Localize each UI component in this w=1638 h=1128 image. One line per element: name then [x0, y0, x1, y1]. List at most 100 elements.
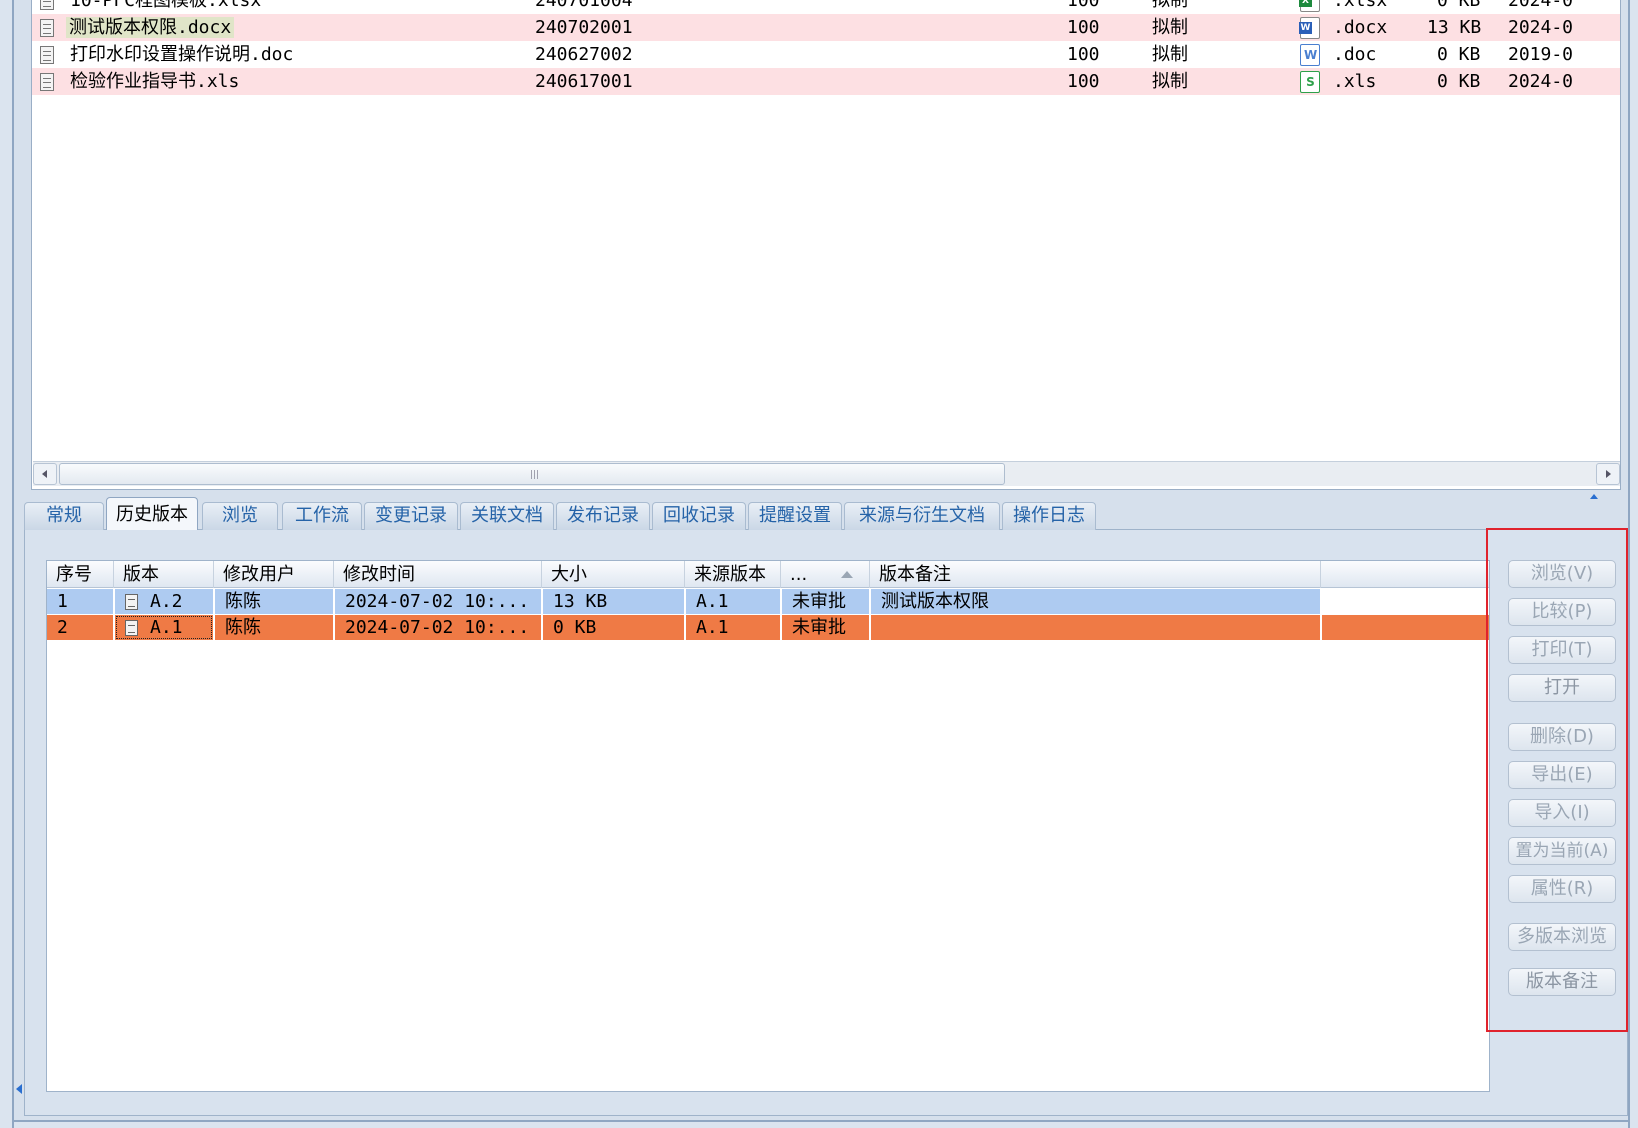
file-code: 240702001 [535, 17, 633, 38]
file-row[interactable]: 测试版本权限.docx 240702001 100 拟制 W .docx 13 … [32, 14, 1620, 41]
file-date: 2024-0 [1508, 0, 1574, 11]
document-icon [40, 73, 54, 91]
column-header-size[interactable]: 大小 [542, 561, 685, 588]
tab-browse[interactable]: 浏览 [202, 502, 278, 530]
file-number: 100 [1067, 44, 1100, 65]
file-status: 拟制 [1152, 17, 1188, 38]
column-header-version[interactable]: 版本 [114, 561, 214, 588]
file-ext: .doc [1333, 44, 1377, 65]
set-current-button[interactable]: 置为当前(A) [1508, 837, 1616, 865]
file-code: 240701004 [535, 0, 633, 11]
cell-seq: 1 [47, 589, 113, 614]
window-bottom-frame [14, 1120, 1628, 1128]
cell-user: 陈陈 [215, 615, 333, 640]
file-name: 检验作业指导书.xls [70, 71, 240, 92]
file-ext: .xlsx [1333, 0, 1388, 11]
tab-recycle-records[interactable]: 回收记录 [652, 502, 746, 530]
cell-state: 未审批 [782, 615, 869, 640]
cell-note: 测试版本权限 [871, 589, 1320, 614]
cell-version: A.2 [115, 589, 213, 614]
cell-time: 2024-07-02 10:... [335, 615, 541, 640]
tab-general[interactable]: 常规 [24, 502, 104, 530]
delete-button[interactable]: 删除(D) [1508, 723, 1616, 751]
open-button[interactable]: 打开 [1508, 674, 1616, 702]
window-right-frame [1628, 0, 1638, 1128]
file-status: 拟制 [1152, 44, 1188, 65]
document-icon [40, 46, 54, 64]
tab-reminder-settings[interactable]: 提醒设置 [748, 502, 842, 530]
import-button[interactable]: 导入(I) [1508, 799, 1616, 827]
document-icon [40, 19, 54, 37]
properties-button[interactable]: 属性(R) [1508, 875, 1616, 903]
horizontal-scrollbar[interactable]: ||| [33, 461, 1620, 486]
file-list: 10-PFC程图模板.xlsx 240701004 100 拟制 X .xlsx… [31, 0, 1621, 490]
file-size: 0 KB [1437, 44, 1481, 65]
browse-button[interactable]: 浏览(V) [1508, 560, 1616, 588]
wps-writer-icon: W [1300, 44, 1320, 66]
file-date: 2024-0 [1508, 71, 1574, 92]
tab-operation-log[interactable]: 操作日志 [1002, 502, 1096, 530]
file-number: 100 [1067, 71, 1100, 92]
column-header-time[interactable]: 修改时间 [334, 561, 542, 588]
column-header-state[interactable]: ... [781, 561, 870, 588]
column-header-user[interactable]: 修改用户 [214, 561, 334, 588]
document-icon [125, 620, 138, 636]
file-name: 打印水印设置操作说明.doc [70, 44, 294, 65]
cell-size: 0 KB [543, 615, 684, 640]
grip-icon: ||| [530, 470, 540, 480]
multi-version-browse-button[interactable]: 多版本浏览 [1508, 923, 1616, 951]
row-filler [1322, 615, 1489, 640]
file-name: 10-PFC程图模板.xlsx [70, 0, 262, 11]
tab-history-versions[interactable]: 历史版本 [106, 497, 198, 530]
file-name: 测试版本权限.docx [66, 17, 235, 38]
file-size: 13 KB [1427, 17, 1482, 38]
cell-version-text: A.2 [150, 591, 183, 612]
export-button[interactable]: 导出(E) [1508, 761, 1616, 789]
document-icon [40, 0, 54, 10]
tab-workflow[interactable]: 工作流 [282, 502, 362, 530]
tab-source-derived-docs[interactable]: 来源与衍生文档 [844, 502, 1000, 530]
version-note-button[interactable]: 版本备注 [1508, 968, 1616, 996]
file-date: 2024-0 [1508, 17, 1574, 38]
file-status: 拟制 [1152, 0, 1188, 11]
cell-version-text: A.1 [150, 617, 183, 638]
version-table: 序号 版本 修改用户 修改时间 大小 来源版本 ... 版本备注 1 A.2 陈… [46, 560, 1490, 1092]
excel-icon: X [1299, 0, 1320, 12]
cell-source: A.1 [686, 589, 780, 614]
file-code: 240617001 [535, 71, 633, 92]
column-header-state-label: ... [790, 564, 808, 585]
tab-publish-records[interactable]: 发布记录 [556, 502, 650, 530]
collapse-arrow-icon[interactable] [1590, 494, 1598, 499]
scrollbar-thumb[interactable]: ||| [59, 463, 1005, 485]
column-header-source[interactable]: 来源版本 [685, 561, 781, 588]
cell-time: 2024-07-02 10:... [335, 589, 541, 614]
tab-change-records[interactable]: 变更记录 [364, 502, 458, 530]
column-header-note[interactable]: 版本备注 [870, 561, 1321, 588]
cell-size: 13 KB [543, 589, 684, 614]
scroll-left-arrow-icon[interactable] [33, 463, 57, 485]
scroll-right-arrow-icon[interactable] [1596, 463, 1620, 485]
table-row[interactable]: 1 A.2 陈陈 2024-07-02 10:... 13 KB A.1 未审批… [47, 589, 1489, 615]
file-row[interactable]: 10-PFC程图模板.xlsx 240701004 100 拟制 X .xlsx… [32, 0, 1620, 14]
compare-button[interactable]: 比较(P) [1508, 598, 1616, 626]
cell-seq: 2 [47, 615, 113, 640]
window-left-frame [0, 0, 14, 1128]
file-row[interactable]: 打印水印设置操作说明.doc 240627002 100 拟制 W .doc 0… [32, 41, 1620, 68]
column-header-seq[interactable]: 序号 [47, 561, 114, 588]
expand-arrow-icon[interactable] [16, 1084, 22, 1094]
file-status: 拟制 [1152, 71, 1188, 92]
file-ext: .xls [1333, 71, 1377, 92]
tab-related-docs[interactable]: 关联文档 [460, 502, 554, 530]
file-size: 0 KB [1437, 71, 1481, 92]
file-number: 100 [1067, 0, 1100, 11]
table-row[interactable]: 2 A.1 陈陈 2024-07-02 10:... 0 KB A.1 未审批 [47, 615, 1489, 641]
cell-user: 陈陈 [215, 589, 333, 614]
file-code: 240627002 [535, 44, 633, 65]
file-row[interactable]: 检验作业指导书.xls 240617001 100 拟制 S .xls 0 KB… [32, 68, 1620, 95]
cell-source: A.1 [686, 615, 780, 640]
sort-ascending-icon [841, 571, 853, 578]
file-size: 0 KB [1437, 0, 1481, 11]
cell-note [871, 615, 1320, 640]
file-date: 2019-0 [1508, 44, 1574, 65]
print-button[interactable]: 打印(T) [1508, 636, 1616, 664]
